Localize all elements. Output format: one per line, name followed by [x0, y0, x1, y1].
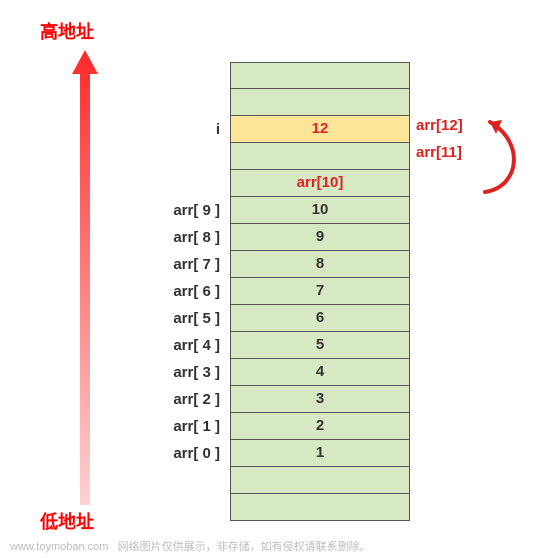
row-label-i: i: [130, 116, 230, 143]
memory-cell: [230, 62, 410, 89]
memory-cell: 8: [230, 251, 410, 278]
memory-cell: 2: [230, 413, 410, 440]
overflow-curve-arrow: [480, 112, 530, 202]
row-label: arr[ 3 ]: [130, 359, 230, 386]
memory-cell: 10: [230, 197, 410, 224]
row-label: [130, 89, 230, 116]
side-label-arr11: arr[11]: [416, 144, 462, 161]
memory-stack-table: i12 arr[10] arr[ 9 ]10 arr[ 8 ]9 arr[ 7 …: [130, 62, 410, 521]
memory-cell: 4: [230, 359, 410, 386]
memory-cell: 6: [230, 305, 410, 332]
row-label: arr[ 6 ]: [130, 278, 230, 305]
row-label: arr[ 5 ]: [130, 305, 230, 332]
memory-cell: [230, 143, 410, 170]
row-label: [130, 62, 230, 89]
row-label: arr[ 9 ]: [130, 197, 230, 224]
footer-site: www.toymoban.com: [10, 541, 108, 553]
row-label: arr[ 8 ]: [130, 224, 230, 251]
memory-cell-i: 12: [230, 116, 410, 143]
row-label: [130, 143, 230, 170]
row-label: arr[ 4 ]: [130, 332, 230, 359]
memory-cell: [230, 89, 410, 116]
memory-cell: [230, 467, 410, 494]
row-label: [130, 467, 230, 494]
footer-note: 网络图片仅供展示，非存储，如有侵权请联系删除。: [118, 541, 371, 553]
row-label: [130, 494, 230, 521]
memory-cell: [230, 494, 410, 521]
memory-cell-arr10: arr[10]: [230, 170, 410, 197]
watermark-footer: www.toymoban.com 网络图片仅供展示，非存储，如有侵权请联系删除。: [10, 538, 371, 554]
memory-cell: 5: [230, 332, 410, 359]
memory-cell: 9: [230, 224, 410, 251]
low-address-label: 低地址: [40, 508, 94, 534]
memory-cell: 7: [230, 278, 410, 305]
memory-cell: 1: [230, 440, 410, 467]
high-address-label: 高地址: [40, 18, 94, 44]
address-direction-arrow: [70, 50, 100, 505]
memory-cell: 3: [230, 386, 410, 413]
row-label: arr[ 0 ]: [130, 440, 230, 467]
row-label: [130, 170, 230, 197]
row-label: arr[ 7 ]: [130, 251, 230, 278]
row-label: arr[ 1 ]: [130, 413, 230, 440]
side-label-arr12: arr[12]: [416, 117, 463, 134]
row-label: arr[ 2 ]: [130, 386, 230, 413]
